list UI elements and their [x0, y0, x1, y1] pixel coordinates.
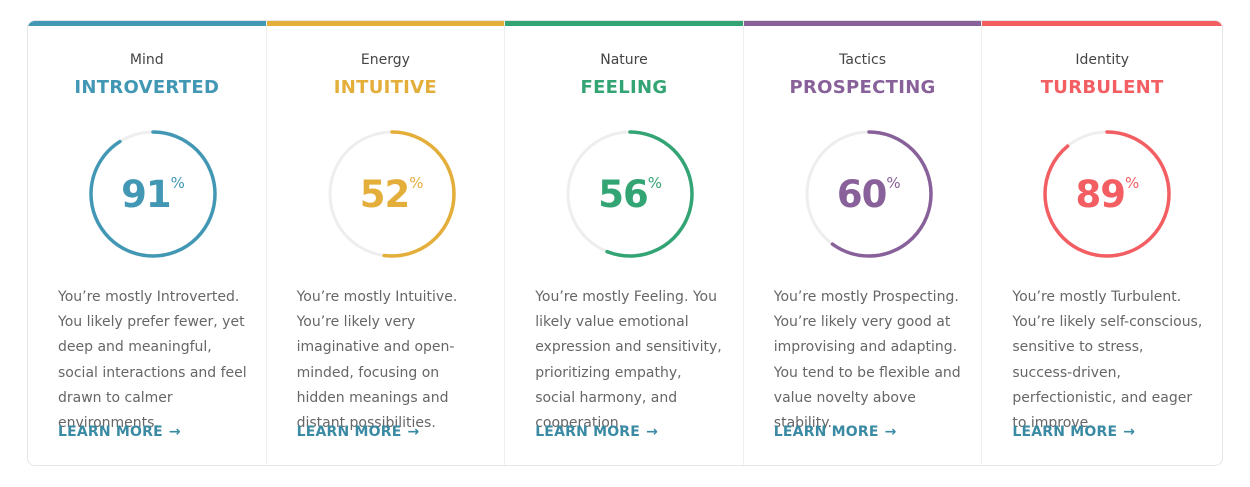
- trait-cards-panel: Mind INTROVERTED 91% You’re mostly Intro…: [27, 20, 1223, 466]
- card-accent-bar: [266, 21, 505, 26]
- percent-gauge: 52%: [327, 129, 457, 259]
- category-label: Tactics: [839, 52, 887, 68]
- trait-description: You’re mostly Turbulent. You’re likely s…: [1012, 289, 1203, 432]
- percent-sign: %: [647, 174, 663, 192]
- learn-more-link[interactable]: LEARN MORE →: [297, 424, 420, 440]
- arrow-right-icon: →: [1123, 424, 1136, 440]
- learn-more-link[interactable]: LEARN MORE →: [535, 424, 658, 440]
- learn-more-link[interactable]: LEARN MORE →: [1012, 424, 1135, 440]
- percent-value: 52: [359, 172, 410, 216]
- category-label: Identity: [1075, 52, 1129, 68]
- trait-description: You’re mostly Introverted. You likely pr…: [58, 289, 247, 432]
- card-accent-bar: [743, 21, 982, 26]
- trait-name: INTUITIVE: [333, 77, 438, 98]
- card-accent-bar: [28, 21, 266, 26]
- learn-more-label: LEARN MORE: [58, 424, 163, 440]
- learn-more-label: LEARN MORE: [1012, 424, 1118, 440]
- percent-value: 60: [836, 172, 887, 216]
- percent-sign: %: [886, 174, 901, 192]
- arrow-right-icon: →: [407, 424, 420, 440]
- arrow-right-icon: →: [646, 424, 658, 440]
- learn-more-label: LEARN MORE: [773, 424, 879, 440]
- percent-gauge: 91%: [88, 129, 218, 259]
- trait-card-nature: Nature FEELING 56% You’re mostly Feeling…: [505, 21, 744, 465]
- learn-more-label: LEARN MORE: [535, 424, 641, 440]
- percent-sign: %: [1124, 174, 1140, 192]
- trait-card-tactics: Tactics PROSPECTING 60% You’re mostly Pr…: [743, 21, 983, 465]
- learn-more-link[interactable]: LEARN MORE →: [58, 424, 181, 440]
- category-label: Nature: [600, 52, 648, 68]
- percent-sign: %: [409, 174, 424, 192]
- percent-value: 91: [121, 172, 171, 216]
- percent-gauge: 60%: [804, 129, 934, 259]
- trait-name: INTROVERTED: [74, 77, 220, 98]
- percent-value: 56: [598, 172, 648, 216]
- percent-gauge: 56%: [565, 129, 695, 259]
- trait-description: You’re mostly Feeling. You likely value …: [535, 289, 722, 432]
- card-accent-bar: [982, 21, 1222, 26]
- trait-name: PROSPECTING: [789, 77, 936, 98]
- trait-description: You’re mostly Intuitive. You’re likely v…: [296, 289, 458, 432]
- percent-gauge: 89%: [1042, 129, 1172, 259]
- percent-sign: %: [170, 174, 185, 192]
- trait-card-mind: Mind INTROVERTED 91% You’re mostly Intro…: [28, 21, 267, 465]
- arrow-right-icon: →: [168, 424, 181, 440]
- trait-name: FEELING: [580, 77, 668, 98]
- card-accent-bar: [505, 21, 743, 26]
- percent-value: 89: [1075, 172, 1125, 216]
- category-label: Energy: [360, 52, 410, 68]
- category-label: Mind: [129, 52, 164, 68]
- learn-more-label: LEARN MORE: [296, 424, 402, 440]
- trait-card-energy: Energy INTUITIVE 52% You’re mostly Intui…: [266, 21, 506, 465]
- learn-more-link[interactable]: LEARN MORE →: [774, 424, 897, 440]
- trait-description: You’re mostly Prospecting. You’re likely…: [773, 289, 961, 432]
- arrow-right-icon: →: [884, 424, 897, 440]
- trait-name: TURBULENT: [1040, 77, 1164, 98]
- trait-card-identity: Identity TURBULENT 89% You’re mostly Tur…: [982, 21, 1222, 465]
